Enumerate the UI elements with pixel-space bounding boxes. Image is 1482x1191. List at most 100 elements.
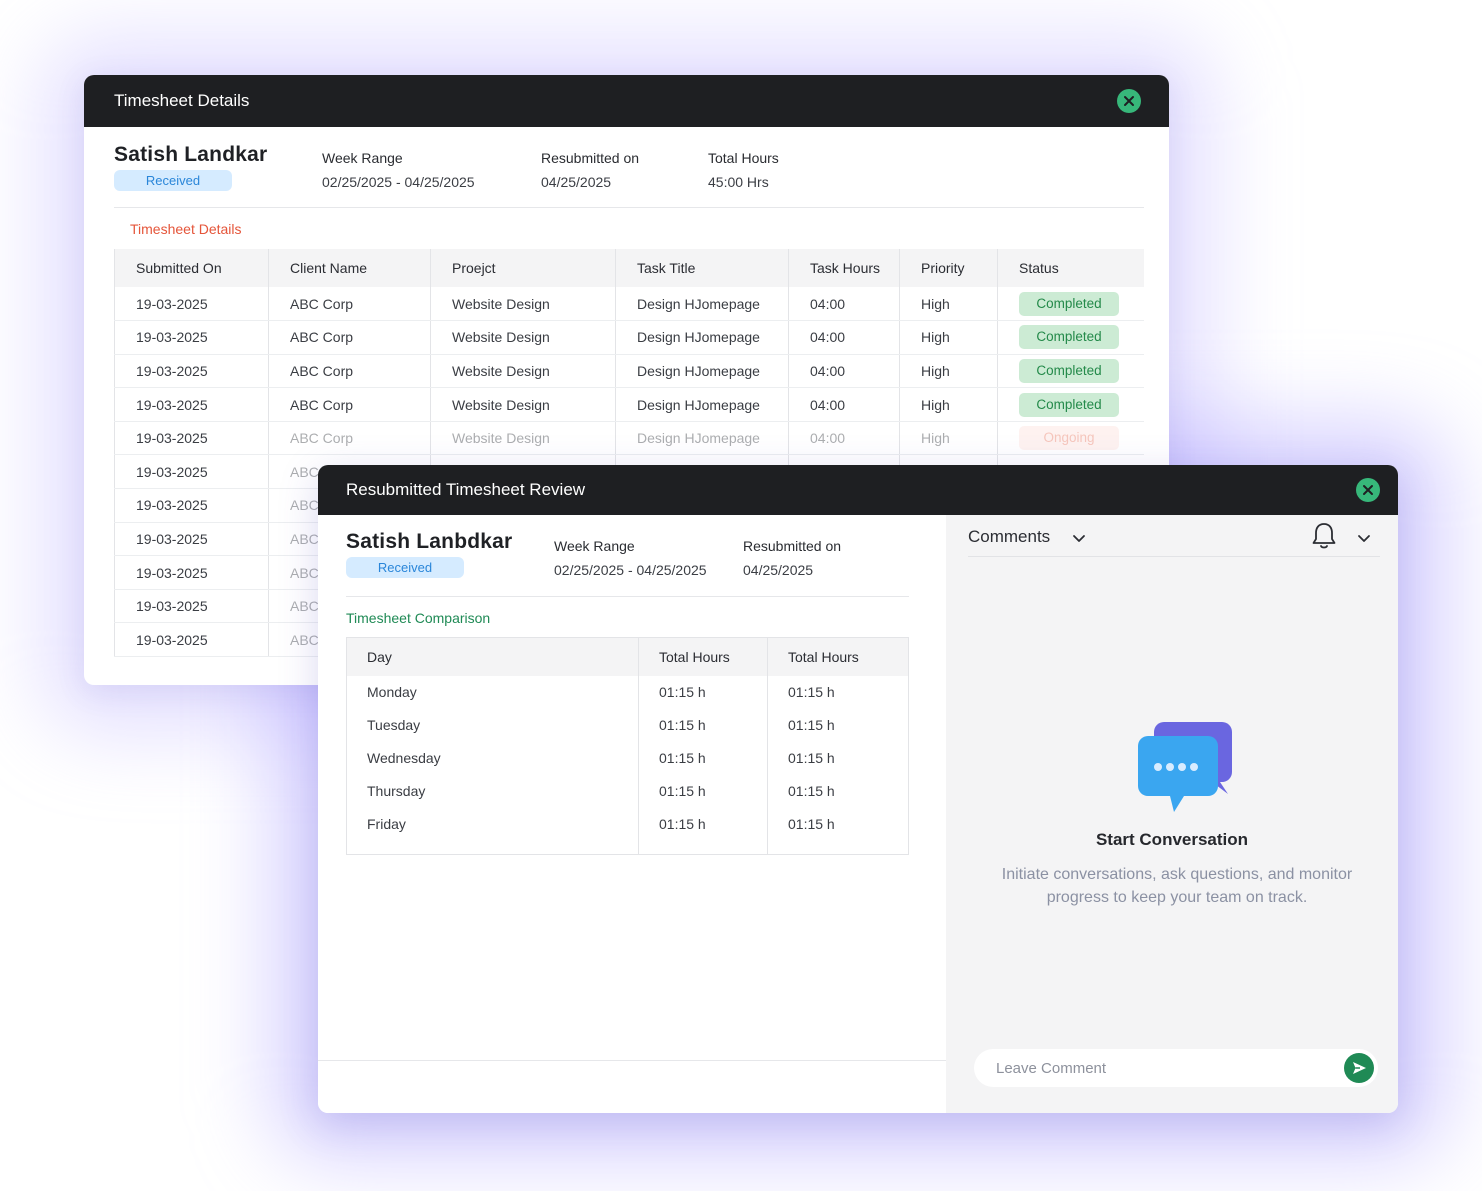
cell-client-name: ABC Corp xyxy=(268,287,431,322)
cell-submitted-on: 19-03-2025 xyxy=(114,354,269,389)
cell-hours-resubmitted: 01:15 h xyxy=(788,816,835,832)
column-header[interactable]: Client Name xyxy=(268,249,431,287)
employee-name: Satish Lanbdkar xyxy=(346,530,513,553)
week-range-label: Week Range xyxy=(322,150,403,166)
cell-submitted-on: 19-03-2025 xyxy=(114,622,269,658)
column-header[interactable]: Submitted On xyxy=(114,249,269,287)
week-range-value: 02/25/2025 - 04/25/2025 xyxy=(322,174,475,190)
employee-block: Satish Landkar Received xyxy=(114,143,267,191)
status-badge: Received xyxy=(114,170,232,191)
close-icon xyxy=(1124,96,1134,106)
week-range-block: Week Range 02/25/2025 - 04/25/2025 xyxy=(322,150,475,190)
table-row[interactable]: 19-03-2025 ABC Corp Website Design Desig… xyxy=(114,387,1144,422)
table-row: Thursday 01:15 h 01:15 h xyxy=(346,774,909,808)
cell-hours-resubmitted: 01:15 h xyxy=(788,783,835,799)
cell-status: Completed xyxy=(997,320,1144,355)
column-header[interactable]: Task Title xyxy=(615,249,789,287)
cell-priority: High xyxy=(899,287,998,322)
resubmitted-value: 04/25/2025 xyxy=(541,174,612,190)
cell-hours-resubmitted: 01:15 h xyxy=(788,684,835,700)
footer-divider xyxy=(318,1060,946,1061)
cell-day: Wednesday xyxy=(346,741,639,775)
close-button[interactable] xyxy=(1117,89,1141,113)
cell-day: Monday xyxy=(346,675,639,709)
cell-submitted-on: 19-03-2025 xyxy=(114,287,269,322)
cell-client-name: ABC Corp xyxy=(268,421,431,456)
comment-input[interactable] xyxy=(996,1049,1326,1087)
cell-task-title: Design HJomepage xyxy=(615,387,789,422)
cell-project: Website Design xyxy=(430,354,616,389)
close-button[interactable] xyxy=(1356,478,1380,502)
column-header: Total Hours xyxy=(767,637,909,676)
divider xyxy=(114,207,1144,208)
resubmitted-label: Resubmitted on xyxy=(743,538,842,554)
chevron-down-icon[interactable] xyxy=(1356,531,1372,547)
table-row: Friday 01:15 h 01:15 h xyxy=(346,807,909,841)
cell-client-name: ABC Corp xyxy=(268,387,431,422)
cell-submitted-on: 19-03-2025 xyxy=(114,454,269,490)
cell-priority: High xyxy=(899,387,998,422)
week-range-value: 02/25/2025 - 04/25/2025 xyxy=(554,562,707,578)
resubmitted-label: Resubmitted on xyxy=(541,150,640,166)
cell-task-hours: 04:00 xyxy=(788,387,900,422)
column-header[interactable]: Task Hours xyxy=(788,249,900,287)
cell-priority: High xyxy=(899,354,998,389)
divider xyxy=(346,596,909,597)
cell-hours-original: 01:15 h xyxy=(638,741,768,775)
status-badge-ongoing: Ongoing xyxy=(1019,426,1119,451)
table-row: Monday 01:15 h 01:15 h xyxy=(346,675,909,709)
cell-task-title: Design HJomepage xyxy=(615,354,789,389)
cell-submitted-on: 19-03-2025 xyxy=(114,320,269,355)
cell-submitted-on: 19-03-2025 xyxy=(114,421,269,456)
bell-icon[interactable] xyxy=(1310,521,1338,551)
cell-hours-resubmitted: 01:15 h xyxy=(788,717,835,733)
chat-bubbles-icon xyxy=(1138,722,1232,812)
table-row[interactable]: 19-03-2025 ABC Corp Website Design Desig… xyxy=(114,287,1144,322)
cell-hours-resubmitted: 01:15 h xyxy=(788,750,835,766)
table-row[interactable]: 19-03-2025 ABC Corp Website Design Desig… xyxy=(114,421,1144,456)
total-hours-block: Total Hours 45:00 Hrs xyxy=(708,150,779,190)
cell-task-title: Design HJomepage xyxy=(615,421,789,456)
cell-task-hours: 04:00 xyxy=(788,287,900,322)
total-hours-label: Total Hours xyxy=(708,150,779,166)
cell-status: Completed xyxy=(997,354,1144,389)
window-title: Resubmitted Timesheet Review xyxy=(346,480,586,499)
cell-hours-original: 01:15 h xyxy=(638,675,768,709)
total-hours-value: 45:00 Hrs xyxy=(708,174,769,190)
send-button[interactable] xyxy=(1344,1053,1374,1083)
cell-client-name: ABC Corp xyxy=(268,320,431,355)
cell-submitted-on: 19-03-2025 xyxy=(114,488,269,523)
cell-client-name: ABC Corp xyxy=(268,354,431,389)
comments-header: Comments xyxy=(968,523,1380,557)
table-row: Wednesday 01:15 h 01:15 h xyxy=(346,741,909,775)
comments-label: Comments xyxy=(968,527,1051,546)
cell-status: Completed xyxy=(997,287,1144,322)
cell-project: Website Design xyxy=(430,287,616,322)
comment-composer xyxy=(974,1049,1378,1087)
cell-project: Website Design xyxy=(430,320,616,355)
status-badge-completed: Completed xyxy=(1019,392,1119,417)
resubmitted-review-window: Resubmitted Timesheet Review Satish Lanb… xyxy=(318,465,1398,1113)
column-header[interactable]: Proejct xyxy=(430,249,616,287)
cell-submitted-on: 19-03-2025 xyxy=(114,387,269,422)
table-row[interactable]: 19-03-2025 ABC Corp Website Design Desig… xyxy=(114,320,1144,355)
cell-submitted-on: 19-03-2025 xyxy=(114,555,269,590)
cell-status: Completed xyxy=(997,387,1144,422)
column-header[interactable]: Priority xyxy=(899,249,998,287)
cell-status: Ongoing xyxy=(997,421,1144,456)
status-badge-completed: Completed xyxy=(1019,358,1119,383)
cell-task-hours: 04:00 xyxy=(788,354,900,389)
cell-task-title: Design HJomepage xyxy=(615,320,789,355)
cell-task-hours: 04:00 xyxy=(788,320,900,355)
cell-task-hours: 04:00 xyxy=(788,421,900,456)
table-row: Tuesday 01:15 h 01:15 h xyxy=(346,708,909,742)
chevron-down-icon[interactable] xyxy=(1071,531,1087,547)
cell-day: Friday xyxy=(346,807,639,841)
status-badge-completed: Completed xyxy=(1019,291,1119,316)
table-row[interactable]: 19-03-2025 ABC Corp Website Design Desig… xyxy=(114,354,1144,389)
status-badge-completed: Completed xyxy=(1019,325,1119,350)
cell-day: Thursday xyxy=(346,774,639,808)
cell-task-title: Design HJomepage xyxy=(615,287,789,322)
close-icon xyxy=(1363,485,1373,495)
column-header[interactable]: Status xyxy=(997,249,1144,287)
